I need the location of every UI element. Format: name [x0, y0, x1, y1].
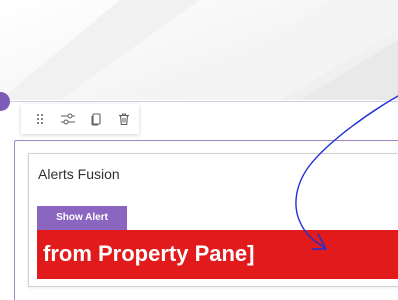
page-canvas-background — [0, 0, 398, 100]
background-pattern — [0, 0, 398, 100]
delete-button[interactable] — [111, 106, 137, 132]
section-divider — [10, 101, 398, 102]
alert-message: from Property Pane] — [43, 241, 255, 266]
settings-sliders-icon — [61, 113, 75, 125]
duplicate-button[interactable] — [83, 106, 109, 132]
duplicate-icon — [91, 113, 101, 126]
trash-icon — [119, 113, 129, 126]
edit-properties-button[interactable] — [55, 106, 81, 132]
drag-handle-button[interactable] — [27, 106, 53, 132]
drag-handle-icon — [37, 114, 43, 124]
alert-banner: from Property Pane] — [37, 230, 398, 279]
webpart-toolbar — [21, 104, 139, 134]
show-alert-button[interactable]: Show Alert — [37, 206, 127, 230]
webpart-title: Alerts Fusion — [38, 166, 120, 182]
